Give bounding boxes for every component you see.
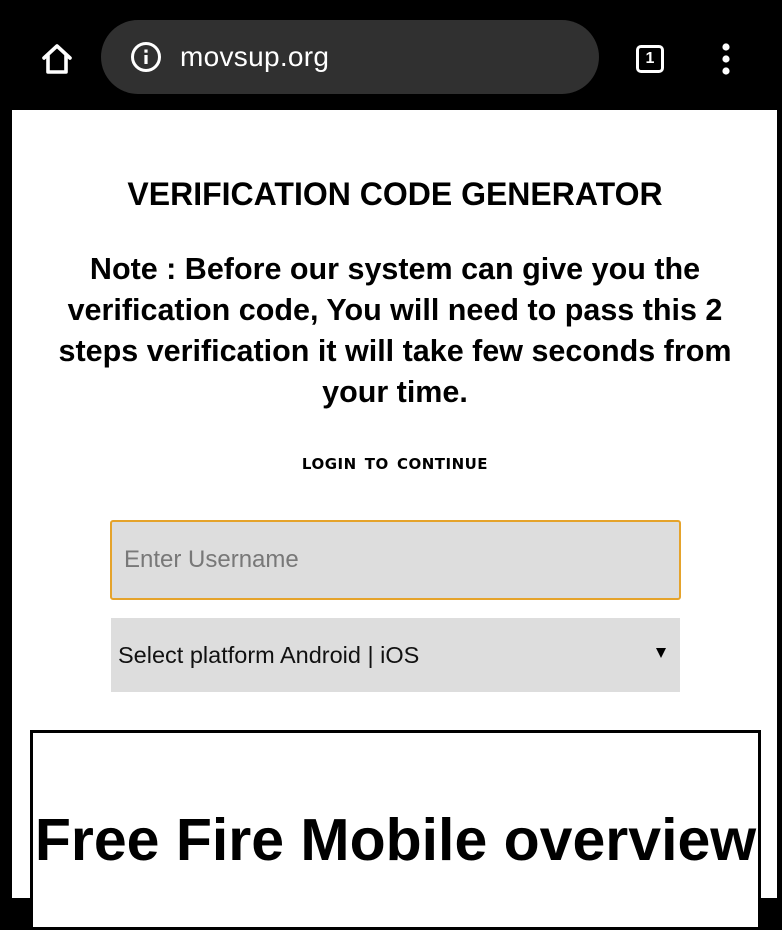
info-icon[interactable] [130, 41, 162, 73]
more-vert-icon [722, 43, 730, 75]
home-icon [42, 44, 72, 74]
username-input[interactable] [110, 520, 681, 600]
page-title: VERIFICATION CODE GENERATOR [127, 176, 663, 212]
login-label: login to continue [301, 450, 489, 475]
home-button[interactable] [34, 36, 80, 82]
browser-toolbar: movsup.org 1 [0, 0, 782, 110]
overview-section: Free Fire Mobile overview [30, 730, 761, 930]
platform-select-value: Select platform Android | iOS [118, 642, 420, 668]
platform-select[interactable]: Select platform Android | iOS [111, 618, 680, 692]
address-bar[interactable]: movsup.org [101, 20, 599, 94]
url-text: movsup.org [180, 41, 330, 72]
tab-switcher-button[interactable]: 1 [631, 40, 669, 78]
page-content: VERIFICATION CODE GENERATOR Note : Befor… [12, 110, 777, 930]
browser-menu-button[interactable] [709, 36, 743, 82]
verification-note: Note : Before our system can give you th… [58, 252, 732, 409]
tab-count: 1 [636, 45, 664, 73]
overview-title: Free Fire Mobile overview [34, 807, 757, 873]
dropdown-arrow-icon [656, 648, 666, 658]
